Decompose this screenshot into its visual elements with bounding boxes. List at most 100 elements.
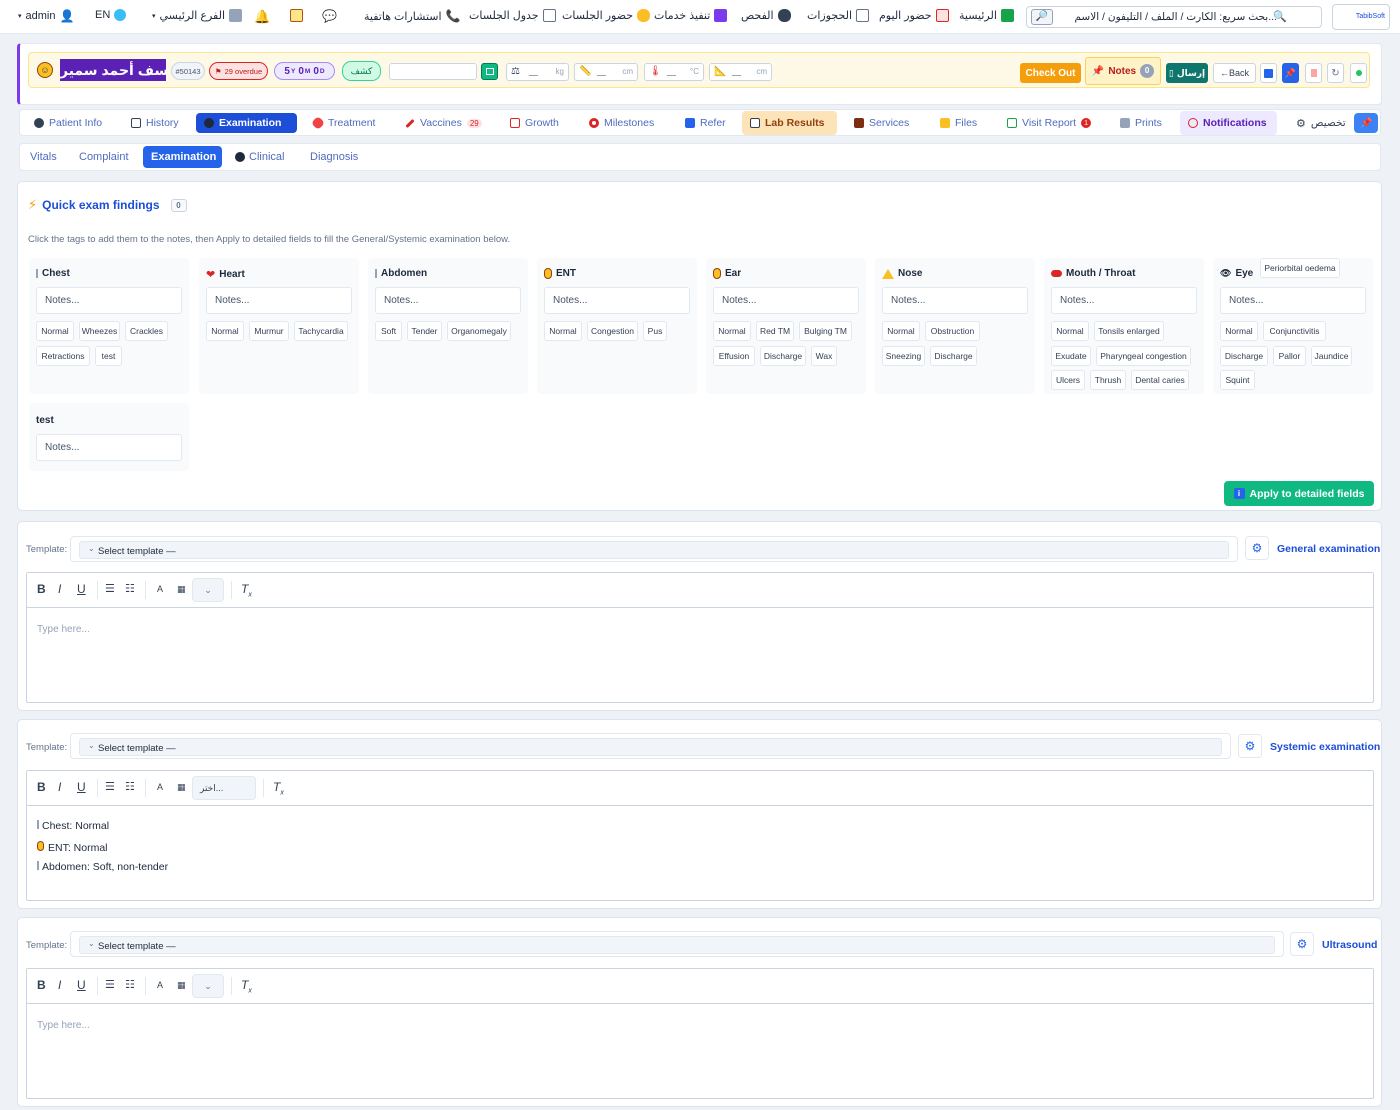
clear-format-button[interactable]: Tx <box>241 582 252 598</box>
nav-home[interactable]: الرئيسية <box>959 9 1014 22</box>
clear-format-button[interactable]: Tx <box>241 978 252 994</box>
finding-chip[interactable]: Effusion <box>713 346 755 366</box>
subtab-examination[interactable]: Examination <box>143 146 222 168</box>
bold-button[interactable]: B <box>37 978 46 992</box>
finding-chip[interactable]: Jaundice <box>1311 346 1352 366</box>
refresh-button[interactable]: ↻ <box>1327 63 1344 83</box>
highlight-color-button[interactable]: ▦ <box>177 584 186 595</box>
tab-examination[interactable]: Examination <box>196 113 297 133</box>
finding-chip[interactable]: Pallor <box>1273 346 1306 366</box>
nav-services-execution[interactable]: تنفيذ خدمات <box>654 9 728 22</box>
temperature-field[interactable]: 🌡 __ °C <box>644 63 704 81</box>
notes-input[interactable]: Notes... <box>206 287 352 314</box>
nav-bookings[interactable]: الحجوزات <box>807 9 870 22</box>
finding-chip[interactable]: Congestion <box>587 321 638 341</box>
editor-line[interactable]: ENT: Normal <box>37 841 108 854</box>
finding-chip[interactable]: Pharyngeal congestion <box>1096 346 1191 366</box>
head-circumference-field[interactable]: 📐 __ cm <box>709 63 772 81</box>
finding-chip[interactable]: Tachycardia <box>294 321 348 341</box>
finding-chip[interactable]: Bulging TM <box>799 321 852 341</box>
nav-today-attendance[interactable]: حضور اليوم <box>879 9 949 22</box>
finding-chip[interactable]: Normal <box>882 321 920 341</box>
search-button[interactable]: 🔎 <box>1031 9 1053 25</box>
underline-button[interactable]: U <box>77 582 86 596</box>
app-logo[interactable]: TabibSoft <box>1332 4 1390 30</box>
highlight-color-button[interactable]: ▦ <box>177 980 186 991</box>
notifications-bell[interactable]: 🔔 <box>254 9 270 25</box>
subtab-diagnosis[interactable]: Diagnosis <box>302 146 366 168</box>
template-settings-button[interactable]: ⚙ <box>1238 734 1262 758</box>
editor-line[interactable]: Chest: Normal <box>37 820 109 832</box>
bullet-list-button[interactable]: ☷ <box>125 582 135 595</box>
tab-notifications[interactable]: Notifications <box>1180 111 1277 135</box>
finding-chip[interactable]: Normal <box>36 321 74 341</box>
notes-input[interactable]: Notes... <box>713 287 859 314</box>
tab-history[interactable]: History <box>123 113 187 133</box>
notes-input[interactable]: Notes... <box>36 434 182 461</box>
tab-growth[interactable]: Growth <box>502 113 567 133</box>
tab-prints[interactable]: Prints <box>1112 113 1170 133</box>
ordered-list-button[interactable]: ☰ <box>105 978 115 991</box>
nav-sessions-table[interactable]: جدول الجلسات <box>469 9 556 22</box>
template-select[interactable]: ⌄ Select template — <box>79 936 1275 954</box>
italic-button[interactable]: I <box>58 582 61 596</box>
finding-chip[interactable]: Tender <box>407 321 442 341</box>
finding-chip[interactable]: Murmur <box>249 321 289 341</box>
visit-type-badge[interactable]: كشف <box>342 61 381 81</box>
bold-button[interactable]: B <box>37 780 46 794</box>
notes-button[interactable]: 📌 Notes 0 <box>1085 57 1161 85</box>
finding-chip[interactable]: Discharge <box>760 346 806 366</box>
subtab-vitals[interactable]: Vitals <box>22 146 65 168</box>
finding-chip[interactable]: Normal <box>1220 321 1258 341</box>
tab-files[interactable]: Files <box>932 113 985 133</box>
finding-chip[interactable]: Crackles <box>125 321 168 341</box>
finding-chip[interactable]: Normal <box>206 321 244 341</box>
chat-button[interactable]: 💬 <box>322 9 337 23</box>
finding-chip[interactable]: Dental caries <box>1131 370 1189 390</box>
underline-button[interactable]: U <box>77 780 86 794</box>
clear-format-button[interactable]: Tx <box>273 780 284 796</box>
underline-button[interactable]: U <box>77 978 86 992</box>
notes-input[interactable]: Notes... <box>544 287 690 314</box>
nav-examination[interactable]: الفحص <box>741 9 791 22</box>
font-size-dropdown[interactable]: ⌄ <box>192 974 224 998</box>
ordered-list-button[interactable]: ☰ <box>105 780 115 793</box>
visit-note-input[interactable] <box>389 63 477 80</box>
nav-phone-consultations[interactable]: استشارات هاتفية 📞 <box>364 9 461 23</box>
nav-sessions-attendance[interactable]: حضور الجلسات <box>562 9 651 22</box>
finding-chip[interactable]: Normal <box>544 321 582 341</box>
user-menu[interactable]: ▾ admin 👤 <box>18 9 74 23</box>
text-color-button[interactable]: A <box>157 980 163 990</box>
finding-chip[interactable]: Ulcers <box>1051 370 1085 390</box>
quick-search-bar[interactable]: 🔎 بحث سريع: الكارت / الملف / التليفون / … <box>1026 6 1322 28</box>
height-field[interactable]: 📏 __ cm <box>574 63 638 81</box>
tab-patient-info[interactable]: Patient Info <box>26 113 110 133</box>
finding-chip[interactable]: Red TM <box>756 321 794 341</box>
finding-chip[interactable]: Thrush <box>1090 370 1126 390</box>
finding-chip[interactable]: test <box>95 346 122 366</box>
finding-chip[interactable]: Periorbital oedema <box>1260 258 1340 278</box>
tab-vaccines[interactable]: Vaccines 29 <box>397 113 490 133</box>
finding-chip[interactable]: Pus <box>643 321 667 341</box>
template-settings-button[interactable]: ⚙ <box>1245 536 1269 560</box>
tab-milestones[interactable]: Milestones <box>581 113 662 133</box>
delete-button[interactable] <box>1305 63 1322 83</box>
pin-button[interactable]: 📌 <box>1282 63 1299 83</box>
bold-button[interactable]: B <box>37 582 46 596</box>
editor-placeholder[interactable]: Type here... <box>37 1020 90 1031</box>
template-select[interactable]: ⌄ Select template — <box>79 738 1222 756</box>
finding-chip[interactable]: Wax <box>811 346 837 366</box>
notes-input[interactable]: Notes... <box>36 287 182 314</box>
pin-tabs-button[interactable]: 📌 <box>1354 113 1378 133</box>
notes-input[interactable]: Notes... <box>1220 287 1366 314</box>
status-button[interactable] <box>1350 63 1367 83</box>
finding-chip[interactable]: Obstruction <box>925 321 980 341</box>
finding-chip[interactable]: Wheezes <box>79 321 120 341</box>
back-button[interactable]: ←Back <box>1213 63 1256 83</box>
subtab-complaint[interactable]: Complaint <box>71 146 137 168</box>
subtab-clinical[interactable]: Clinical <box>227 146 292 168</box>
tab-visit-report[interactable]: Visit Report 1 <box>999 113 1099 133</box>
language-switch[interactable]: EN <box>95 9 127 21</box>
font-size-dropdown[interactable]: ⌄ <box>192 578 224 602</box>
text-color-button[interactable]: A <box>157 584 163 594</box>
